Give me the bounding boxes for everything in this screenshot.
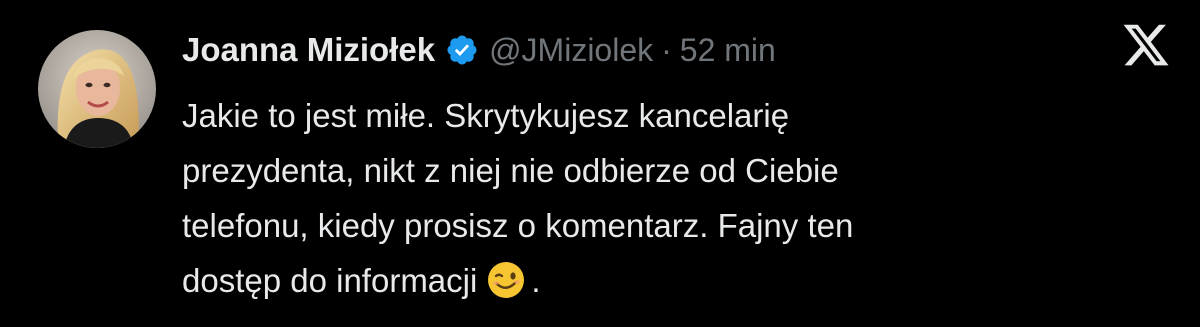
author-handle[interactable]: @JMiziolek <box>489 32 653 69</box>
tweet-text-line-last: dostęp do informacji . <box>182 253 1172 308</box>
tweet-text-line: dostęp do informacji <box>182 262 478 299</box>
header-separator: · <box>661 31 672 68</box>
author-avatar[interactable] <box>38 30 156 148</box>
x-logo-icon[interactable] <box>1120 20 1172 70</box>
tweet-card[interactable]: Joanna Miziołek @JMiziolek · 52 min Jaki… <box>0 0 1200 327</box>
tweet-header: Joanna Miziołek @JMiziolek · 52 min <box>182 28 776 72</box>
tweet-text-line: prezydenta, nikt z niej nie odbierze od … <box>182 152 839 189</box>
winking-face-emoji-icon <box>487 260 525 298</box>
avatar-photo-icon <box>38 30 156 148</box>
tweet-timestamp[interactable]: 52 min <box>680 32 776 69</box>
tweet-text-line: telefonu, kiedy prosisz o komentarz. Faj… <box>182 207 854 244</box>
verified-badge-icon <box>445 33 479 67</box>
tweet-text: Jakie to jest miłe. Skrytykujesz kancela… <box>182 88 1172 308</box>
author-display-name[interactable]: Joanna Miziołek <box>182 31 435 69</box>
tweet-text-line: Jakie to jest miłe. Skrytykujesz kancela… <box>182 97 790 134</box>
tweet-trailing-punctuation: . <box>531 262 541 299</box>
